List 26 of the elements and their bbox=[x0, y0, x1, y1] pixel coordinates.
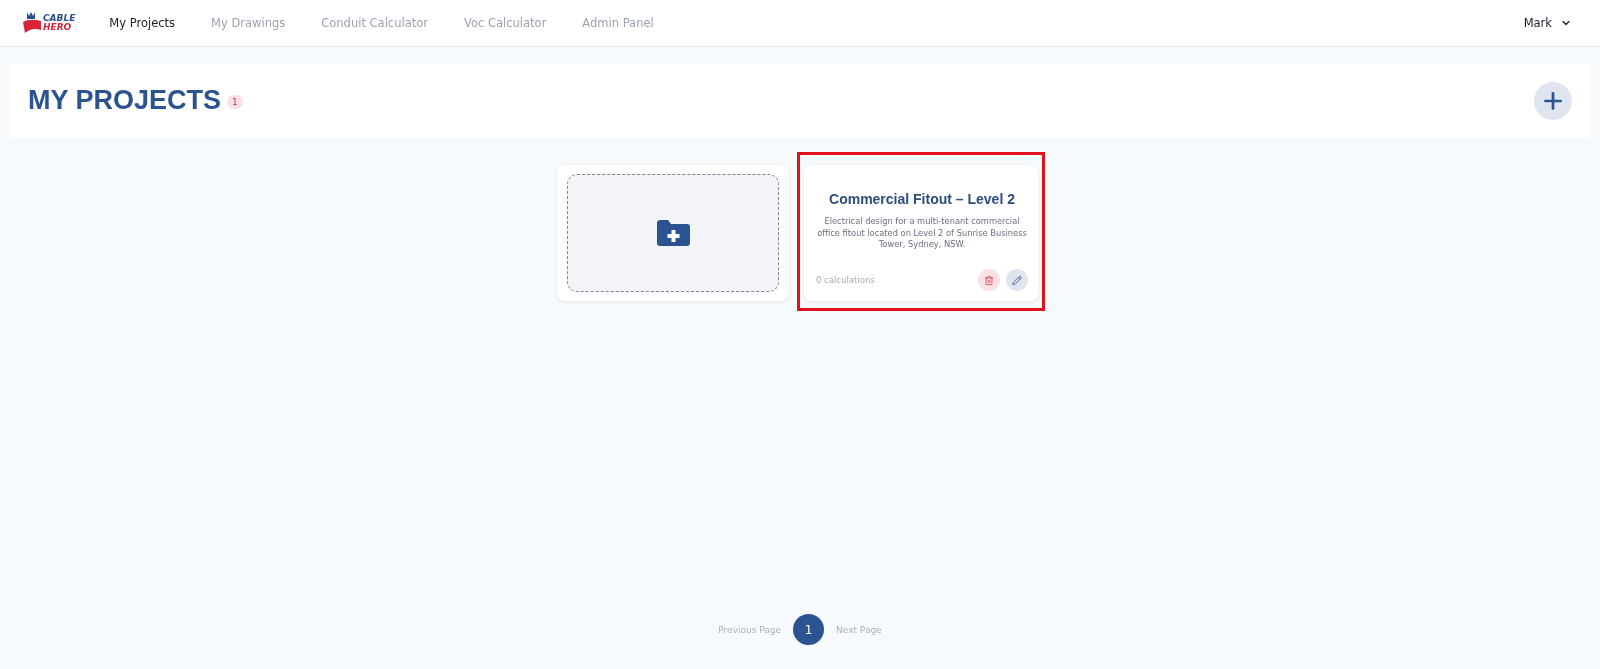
project-description: Electrical design for a multi-tenant commercial office fitout located on Level 2 of Sunrise Business Tower, Sydney, NSW. bbox=[816, 216, 1028, 251]
trash-icon bbox=[984, 274, 994, 286]
nav-link[interactable]: Admin Panel bbox=[582, 16, 654, 30]
previous-page-link[interactable]: Previous Page bbox=[718, 624, 782, 635]
project-card[interactable]: Commercial Fitout – Level 2 Electrical design for a multi-tenant commercial office fitout located on Level 2 of Sunrise Business Tower, Sydney, NSW. 0 calculations bbox=[804, 165, 1038, 301]
flag-icon bbox=[22, 10, 42, 36]
project-title: Commercial Fitout – Level 2 bbox=[828, 191, 1016, 207]
folder-plus-icon bbox=[655, 219, 691, 247]
user-menu[interactable]: Mark bbox=[1517, 16, 1578, 30]
brand-logo[interactable]: CABLE HERO bbox=[22, 10, 76, 36]
page-title: MY PROJECTS bbox=[28, 85, 222, 116]
page-button[interactable]: 1 bbox=[793, 614, 825, 645]
brand-text: HERO bbox=[43, 23, 73, 32]
delete-button[interactable] bbox=[978, 269, 1000, 291]
add-button[interactable] bbox=[1534, 81, 1572, 120]
edit-button[interactable] bbox=[1006, 269, 1028, 291]
next-page-link[interactable]: Next Page bbox=[836, 624, 882, 635]
pencil-icon bbox=[1012, 274, 1022, 286]
nav-link[interactable]: Conduit Calculator bbox=[321, 16, 428, 30]
brand-text: CABLE bbox=[43, 14, 76, 23]
nav-link[interactable]: My Projects bbox=[109, 16, 176, 30]
count-badge: 1 bbox=[227, 94, 243, 109]
nav-link[interactable]: My Drawings bbox=[211, 16, 286, 30]
new-project-button[interactable] bbox=[567, 174, 779, 292]
nav-link[interactable]: Voc Calculator bbox=[463, 16, 547, 30]
calculation-count: 0 calculations bbox=[816, 275, 875, 285]
